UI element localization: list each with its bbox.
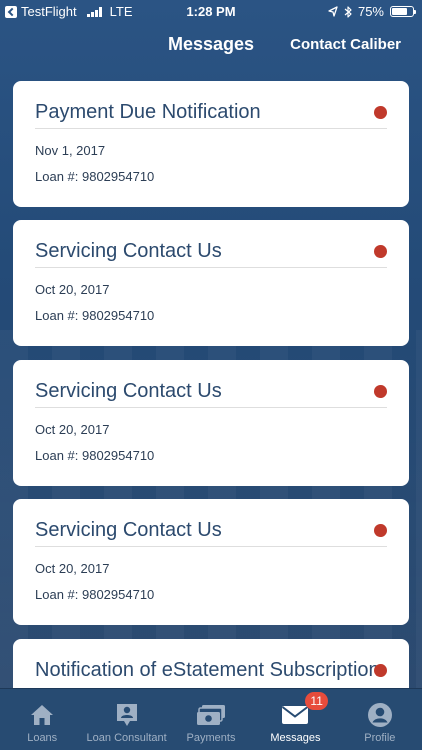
message-loan-number: Loan #: 9802954710 xyxy=(35,587,155,602)
tab-loan-consultant[interactable]: Loan Consultant xyxy=(84,689,168,750)
message-date: Oct 20, 2017 xyxy=(35,422,110,437)
envelope-icon xyxy=(282,706,309,724)
divider xyxy=(35,407,387,408)
tab-bar: Loans Loan Consultant Payments 11 Messag… xyxy=(0,688,422,750)
tab-payments[interactable]: Payments xyxy=(169,689,253,750)
payments-icon xyxy=(197,705,226,725)
tab-label: Profile xyxy=(364,732,396,744)
message-card[interactable]: Servicing Contact Us Oct 20, 2017 Loan #… xyxy=(13,499,409,625)
tab-profile[interactable]: Profile xyxy=(338,689,422,750)
unread-dot-icon xyxy=(374,385,387,398)
tab-label: Messages xyxy=(270,732,321,744)
message-loan-number: Loan #: 9802954710 xyxy=(35,169,155,184)
tab-label: Loans xyxy=(27,732,58,744)
tab-label: Payments xyxy=(186,732,236,744)
message-loan-number: Loan #: 9802954710 xyxy=(35,308,155,323)
consultant-icon xyxy=(116,704,137,726)
message-title: Notification of eStatement Subscription xyxy=(35,659,380,681)
message-card[interactable]: Payment Due Notification Nov 1, 2017 Loa… xyxy=(13,81,409,207)
message-title: Payment Due Notification xyxy=(35,101,261,123)
contact-caliber-button[interactable]: Contact Caliber xyxy=(290,36,401,53)
divider xyxy=(35,267,387,268)
message-date: Oct 20, 2017 xyxy=(35,282,110,297)
tab-loans[interactable]: Loans xyxy=(0,689,84,750)
unread-dot-icon xyxy=(374,245,387,258)
message-title: Servicing Contact Us xyxy=(35,380,222,402)
profile-icon xyxy=(367,703,392,727)
message-list[interactable]: Payment Due Notification Nov 1, 2017 Loa… xyxy=(0,66,422,688)
message-loan-number: Loan #: 9802954710 xyxy=(35,448,155,463)
unread-dot-icon xyxy=(374,106,387,119)
message-card[interactable]: Servicing Contact Us Oct 20, 2017 Loan #… xyxy=(13,360,409,486)
nav-bar: Messages Contact Caliber xyxy=(0,22,422,66)
battery-icon xyxy=(390,6,416,17)
message-card[interactable]: Notification of eStatement Subscription xyxy=(13,639,409,688)
message-date: Oct 20, 2017 xyxy=(35,561,110,576)
message-card[interactable]: Servicing Contact Us Oct 20, 2017 Loan #… xyxy=(13,220,409,346)
tab-messages[interactable]: 11 Messages xyxy=(253,689,337,750)
message-title: Servicing Contact Us xyxy=(35,519,222,541)
divider xyxy=(35,128,387,129)
unread-count-badge: 11 xyxy=(305,692,328,710)
message-title: Servicing Contact Us xyxy=(35,240,222,262)
message-date: Nov 1, 2017 xyxy=(35,143,106,158)
status-bar: TestFlight LTE 1:28 PM 75% xyxy=(0,0,422,22)
location-arrow-icon xyxy=(328,6,338,17)
bluetooth-icon xyxy=(344,5,352,18)
unread-dot-icon xyxy=(374,524,387,537)
tab-label: Loan Consultant xyxy=(86,732,167,744)
divider xyxy=(35,546,387,547)
unread-dot-icon xyxy=(374,664,387,677)
home-icon xyxy=(31,705,54,725)
battery-percent: 75% xyxy=(357,4,384,19)
